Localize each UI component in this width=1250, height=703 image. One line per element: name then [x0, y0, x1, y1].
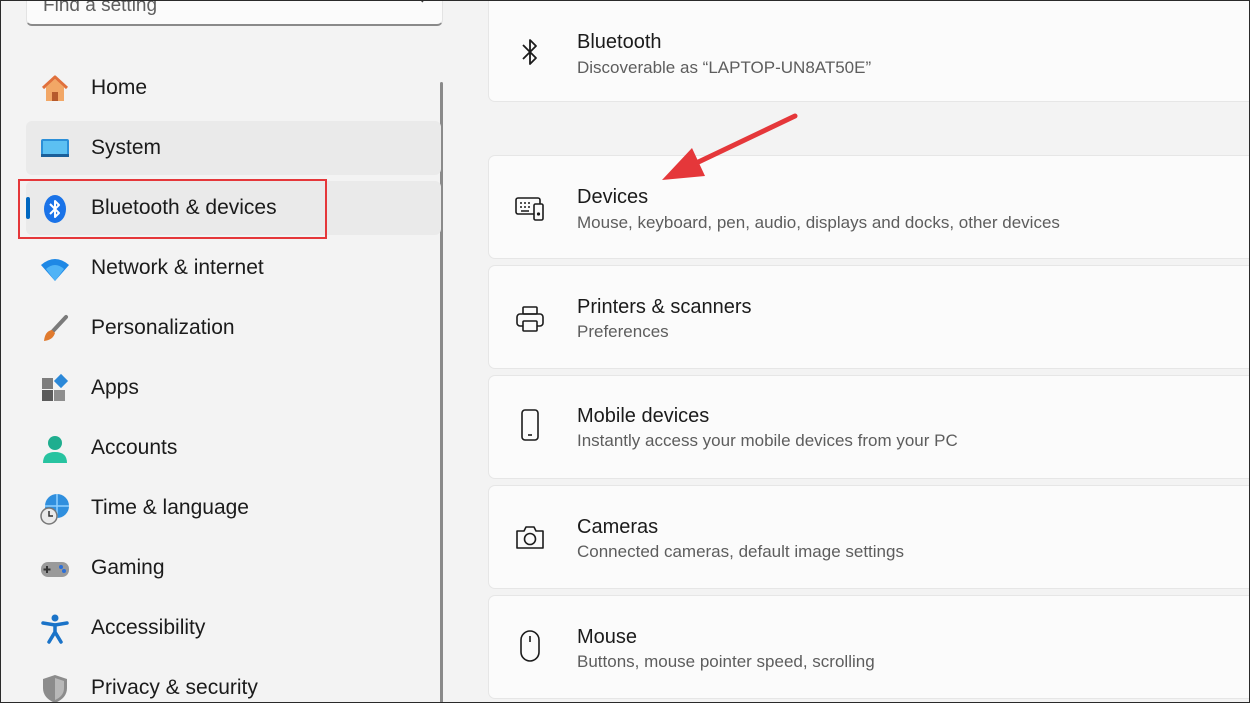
- sidebar-item-label: Apps: [91, 376, 139, 399]
- card-title: Mobile devices: [577, 405, 710, 427]
- sidebar-item-label: Privacy & security: [91, 676, 258, 699]
- sidebar-item-label: Home: [91, 76, 148, 99]
- devices-icon: [513, 192, 547, 226]
- sidebar-item-accounts[interactable]: Accounts: [26, 421, 441, 475]
- card-title: Cameras: [577, 516, 659, 538]
- card-title: Printers & scanners: [577, 296, 752, 318]
- search-input[interactable]: Find a setting: [43, 0, 157, 17]
- sidebar-item-personalization[interactable]: Personalization: [26, 301, 441, 355]
- sidebar-item-label: Time & language: [91, 496, 249, 519]
- shield-icon: [39, 673, 71, 703]
- search-icon[interactable]: [406, 0, 426, 9]
- card-subtitle: Discoverable as “LAPTOP-UN8AT50E”: [577, 58, 872, 77]
- sidebar-item-label: Accessibility: [91, 616, 206, 639]
- sidebar-item-apps[interactable]: Apps: [26, 361, 441, 415]
- globe-clock-icon: [39, 493, 71, 525]
- mouse-card[interactable]: Mouse Buttons, mouse pointer speed, scro…: [488, 595, 1250, 699]
- sidebar-item-time-language[interactable]: Time & language: [26, 481, 441, 535]
- sidebar-item-label: Accounts: [91, 436, 178, 459]
- search-box[interactable]: Find a setting: [26, 0, 443, 26]
- apps-icon: [39, 373, 71, 405]
- sidebar-item-label: Personalization: [91, 316, 235, 339]
- bluetooth-icon: [513, 35, 547, 69]
- camera-icon: [513, 520, 547, 554]
- sidebar-item-system[interactable]: System: [26, 121, 441, 175]
- sidebar-item-gaming[interactable]: Gaming: [26, 541, 441, 595]
- wifi-icon: [39, 253, 71, 285]
- sidebar-item-network[interactable]: Network & internet: [26, 241, 441, 295]
- printers-scanners-card[interactable]: Printers & scanners Preferences: [488, 265, 1250, 369]
- sidebar-item-label: Gaming: [91, 556, 165, 579]
- cameras-card[interactable]: Cameras Connected cameras, default image…: [488, 485, 1250, 589]
- sidebar-item-label: System: [91, 136, 162, 159]
- mouse-icon: [513, 629, 547, 663]
- card-subtitle: Buttons, mouse pointer speed, scrolling: [577, 652, 875, 671]
- mobile-devices-card[interactable]: Mobile devices Instantly access your mob…: [488, 375, 1250, 479]
- brush-icon: [39, 313, 71, 345]
- card-subtitle: Mouse, keyboard, pen, audio, displays an…: [577, 213, 1060, 232]
- gamepad-icon: [39, 553, 71, 585]
- card-subtitle: Preferences: [577, 322, 669, 341]
- devices-card[interactable]: Devices Mouse, keyboard, pen, audio, dis…: [488, 155, 1250, 259]
- card-subtitle: Instantly access your mobile devices fro…: [577, 431, 958, 450]
- sidebar-item-label: Network & internet: [91, 256, 264, 279]
- card-subtitle: Connected cameras, default image setting…: [577, 542, 904, 561]
- card-title: Devices: [577, 186, 649, 208]
- annotation-highlight-box: [18, 179, 327, 239]
- accessibility-icon: [39, 613, 71, 645]
- bluetooth-card[interactable]: Bluetooth Discoverable as “LAPTOP-UN8AT5…: [488, 0, 1250, 102]
- sidebar: Find a setting Home System Bluetooth & d…: [0, 0, 445, 703]
- sidebar-item-privacy-security[interactable]: Privacy & security: [26, 661, 441, 703]
- card-title: Mouse: [577, 626, 638, 648]
- phone-icon: [513, 408, 547, 442]
- home-icon: [39, 73, 71, 105]
- printer-icon: [513, 302, 547, 336]
- sidebar-item-home[interactable]: Home: [26, 61, 441, 115]
- monitor-icon: [39, 133, 71, 165]
- sidebar-item-accessibility[interactable]: Accessibility: [26, 601, 441, 655]
- person-icon: [39, 433, 71, 465]
- card-title: Bluetooth: [577, 31, 662, 53]
